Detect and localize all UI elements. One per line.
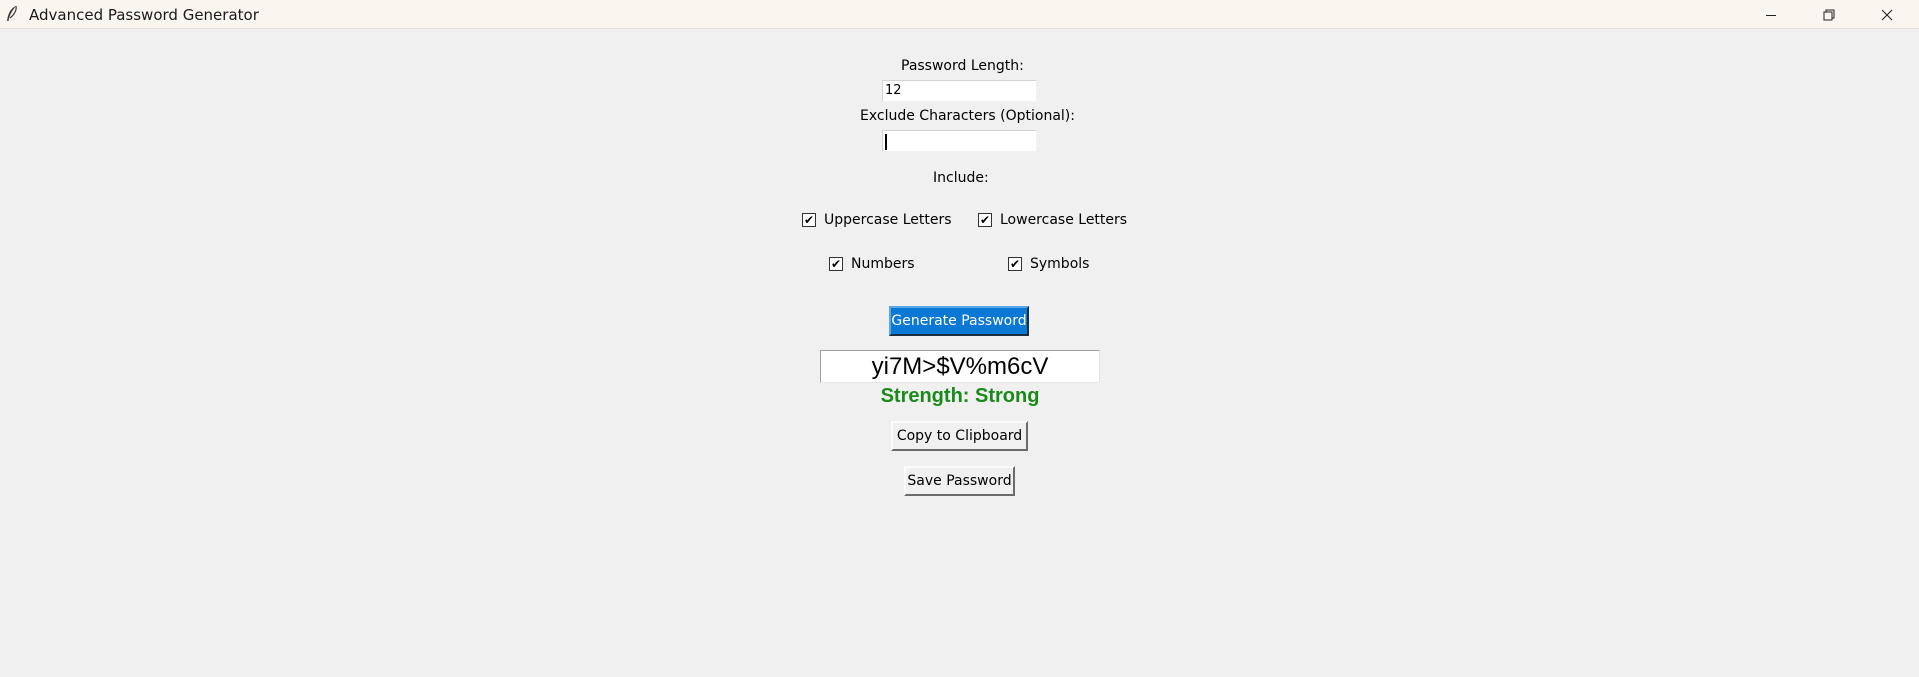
restore-button[interactable] bbox=[1800, 0, 1858, 29]
strength-indicator: Strength: Strong bbox=[880, 385, 1040, 407]
symbols-label: Symbols bbox=[1030, 256, 1090, 272]
numbers-label: Numbers bbox=[851, 256, 915, 272]
checkbox-box[interactable]: ✔ bbox=[802, 213, 816, 227]
feather-icon bbox=[4, 5, 20, 23]
numbers-checkbox[interactable]: ✔ Numbers bbox=[829, 254, 915, 274]
check-icon: ✔ bbox=[803, 213, 815, 227]
password-output[interactable]: yi7M>$V%m6cV bbox=[820, 350, 1100, 383]
lowercase-checkbox[interactable]: ✔ Lowercase Letters bbox=[978, 210, 1127, 230]
length-label: Password Length: bbox=[901, 58, 1024, 74]
check-icon: ✔ bbox=[830, 257, 842, 271]
window-title: Advanced Password Generator bbox=[29, 6, 259, 24]
check-icon: ✔ bbox=[1009, 257, 1021, 271]
lowercase-label: Lowercase Letters bbox=[1000, 212, 1128, 228]
include-label: Include: bbox=[933, 170, 989, 186]
title-bar[interactable]: Advanced Password Generator bbox=[0, 0, 1919, 29]
exclude-input[interactable] bbox=[882, 130, 1037, 152]
close-icon bbox=[1881, 9, 1893, 21]
restore-icon bbox=[1823, 9, 1835, 21]
length-input[interactable]: 12 bbox=[882, 80, 1037, 102]
check-icon: ✔ bbox=[979, 213, 991, 227]
checkbox-box[interactable]: ✔ bbox=[829, 257, 843, 271]
copy-to-clipboard-button[interactable]: Copy to Clipboard bbox=[891, 421, 1028, 451]
minimize-button[interactable] bbox=[1742, 0, 1800, 29]
app-window: Advanced Password Generator Password Len… bbox=[0, 0, 1919, 677]
text-cursor bbox=[885, 134, 887, 150]
generate-password-button[interactable]: Generate Password bbox=[889, 306, 1029, 336]
close-button[interactable] bbox=[1858, 0, 1916, 29]
save-password-button[interactable]: Save Password bbox=[904, 466, 1015, 496]
exclude-label: Exclude Characters (Optional): bbox=[860, 108, 1075, 124]
minimize-icon bbox=[1765, 9, 1777, 21]
uppercase-checkbox[interactable]: ✔ Uppercase Letters bbox=[802, 210, 952, 230]
checkbox-box[interactable]: ✔ bbox=[1008, 257, 1022, 271]
symbols-checkbox[interactable]: ✔ Symbols bbox=[1008, 254, 1089, 274]
checkbox-box[interactable]: ✔ bbox=[978, 213, 992, 227]
uppercase-label: Uppercase Letters bbox=[824, 212, 952, 228]
